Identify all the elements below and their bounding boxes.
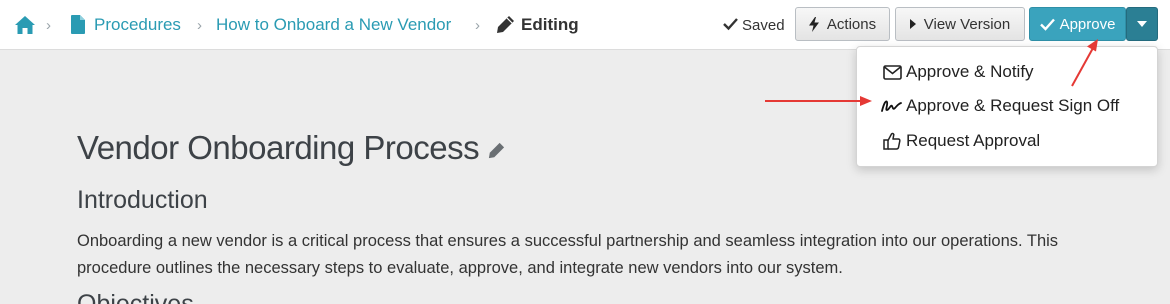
breadcrumb-procedures[interactable]: Procedures bbox=[94, 0, 181, 50]
caret-right-icon bbox=[909, 19, 916, 29]
actions-button[interactable]: Actions bbox=[795, 7, 890, 41]
approve-label: Approve bbox=[1059, 15, 1116, 33]
view-version-label: View Version bbox=[923, 15, 1011, 33]
menu-item-request-approval[interactable]: Request Approval bbox=[857, 124, 1157, 158]
envelope-icon bbox=[881, 64, 903, 80]
view-version-button[interactable]: View Version bbox=[895, 7, 1025, 41]
menu-item-approve-request-sign-off[interactable]: Approve & Request Sign Off bbox=[857, 89, 1157, 123]
top-bar: › Procedures › How to Onboard a New Vend… bbox=[0, 0, 1170, 50]
home-icon[interactable] bbox=[14, 15, 36, 35]
actions-label: Actions bbox=[826, 15, 877, 33]
saved-status: Saved bbox=[742, 16, 785, 34]
check-icon bbox=[723, 17, 738, 31]
chevron-right-icon: › bbox=[46, 16, 51, 34]
pencil-icon bbox=[496, 15, 515, 34]
thumbs-up-icon bbox=[881, 132, 903, 150]
signature-icon bbox=[881, 98, 903, 114]
app-window: › Procedures › How to Onboard a New Vend… bbox=[0, 0, 1170, 304]
bolt-icon bbox=[808, 16, 819, 32]
document-title: Vendor Onboarding Process bbox=[77, 129, 505, 167]
caret-down-icon bbox=[1137, 21, 1147, 27]
chevron-right-icon: › bbox=[197, 16, 202, 34]
approve-dropdown-menu: Approve & Notify Approve & Request Sign … bbox=[856, 46, 1158, 167]
approve-dropdown-toggle[interactable] bbox=[1126, 7, 1158, 41]
check-icon bbox=[1039, 18, 1055, 31]
document-title-text: Vendor Onboarding Process bbox=[77, 129, 480, 166]
section-heading-introduction: Introduction bbox=[77, 186, 208, 214]
introduction-paragraph: Onboarding a new vendor is a critical pr… bbox=[77, 232, 1059, 277]
menu-item-label: Approve & Request Sign Off bbox=[906, 96, 1120, 115]
menu-item-label: Approve & Notify bbox=[906, 62, 1034, 81]
chevron-right-icon: › bbox=[475, 16, 480, 34]
section-heading-objectives: Objectives bbox=[77, 290, 194, 304]
breadcrumb-current: Editing bbox=[521, 15, 579, 34]
menu-item-label: Request Approval bbox=[906, 131, 1041, 150]
edit-title-pencil-icon[interactable] bbox=[488, 142, 505, 159]
breadcrumb-procedure-name[interactable]: How to Onboard a New Vendor bbox=[216, 0, 451, 50]
menu-item-approve-notify[interactable]: Approve & Notify bbox=[857, 55, 1157, 89]
approve-button[interactable]: Approve bbox=[1029, 7, 1126, 41]
file-icon bbox=[71, 15, 85, 34]
